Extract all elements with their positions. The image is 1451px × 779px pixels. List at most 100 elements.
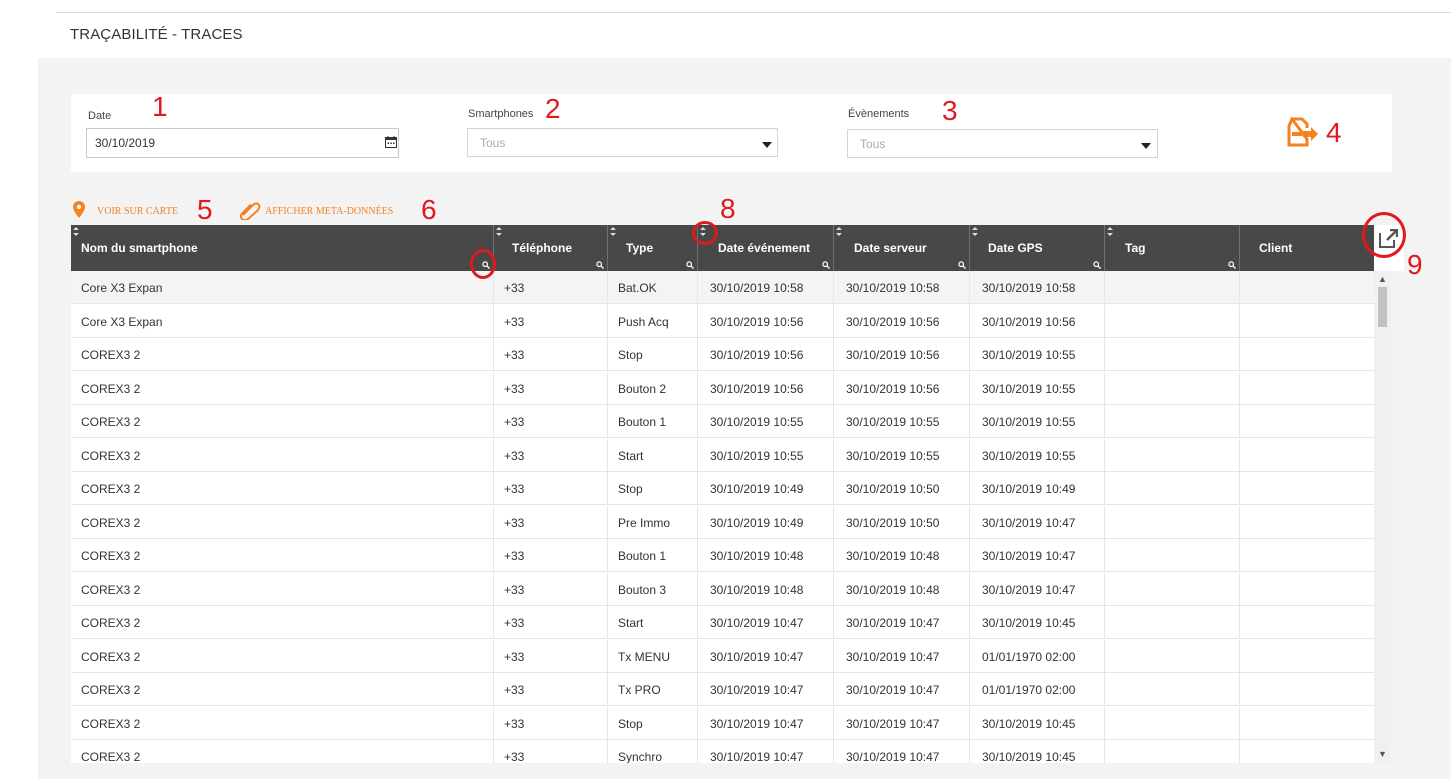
- annotation-number: 6: [421, 194, 437, 225]
- column-header-event-date[interactable]: Date événement: [698, 225, 834, 271]
- table-cell: 30/10/2019 10:56: [970, 304, 1105, 338]
- table-cell: COREX3 2: [71, 338, 494, 371]
- show-metadata-link[interactable]: AFFICHER META-DONNÉES: [265, 206, 393, 217]
- column-header-label: Tag: [1125, 241, 1146, 255]
- annotation-number: 5: [197, 194, 213, 225]
- table-cell: 30/10/2019 10:45: [970, 706, 1105, 740]
- search-icon[interactable]: [1228, 261, 1236, 269]
- table-cell: [1105, 505, 1240, 539]
- table-cell: 30/10/2019 10:47: [698, 673, 834, 706]
- table-cell: [1240, 573, 1374, 606]
- table-row[interactable]: COREX3 2 +33 Tx MENU 30/10/2019 10:47 30/10/…: [71, 639, 1374, 673]
- table-cell: [1240, 472, 1374, 505]
- annotation-circle: [692, 221, 718, 245]
- vertical-scrollbar[interactable]: ▲ ▼: [1374, 271, 1391, 763]
- table-cell: Bouton 2: [608, 371, 698, 405]
- table-cell: Bouton 1: [608, 405, 698, 438]
- table-row[interactable]: COREX3 2 +33 Stop 30/10/2019 10:49 30/10/201…: [71, 472, 1374, 505]
- column-header-client[interactable]: Client: [1240, 225, 1374, 271]
- search-icon[interactable]: [596, 261, 604, 269]
- table-cell: +33: [494, 371, 608, 405]
- column-header-server-date[interactable]: Date serveur: [834, 225, 970, 271]
- table-row[interactable]: COREX3 2 +33 Stop 30/10/2019 10:47 30/10/201…: [71, 706, 1374, 740]
- table-row[interactable]: COREX3 2 +33 Bouton 3 30/10/2019 10:48 30/10…: [71, 572, 1374, 606]
- calendar-icon[interactable]: [385, 136, 397, 148]
- table-cell: 30/10/2019 10:47: [834, 673, 970, 706]
- smartphones-label: Smartphones: [468, 108, 534, 120]
- column-header-phone[interactable]: Téléphone: [494, 225, 608, 271]
- scroll-up-icon[interactable]: ▲: [1378, 274, 1387, 284]
- table-cell: 30/10/2019 10:56: [834, 304, 970, 338]
- table-cell: COREX3 2: [71, 639, 494, 673]
- sort-icon[interactable]: [610, 227, 616, 236]
- table-cell: COREX3 2: [71, 740, 494, 763]
- table-row[interactable]: COREX3 2 +33 Stop 30/10/2019 10:56 30/10/201…: [71, 338, 1374, 371]
- table-row[interactable]: COREX3 2 +33 Pre Immo 30/10/2019 10:49 30/10…: [71, 505, 1374, 539]
- export-file-icon[interactable]: [1286, 117, 1322, 147]
- table-cell: 30/10/2019 10:55: [970, 371, 1105, 405]
- sort-icon[interactable]: [836, 227, 842, 236]
- paperclip-icon[interactable]: [239, 200, 261, 220]
- table-row[interactable]: COREX3 2 +33 Bouton 1 30/10/2019 10:55 30/10…: [71, 405, 1374, 438]
- table-cell: [1105, 438, 1240, 472]
- table-cell: +33: [494, 338, 608, 371]
- table-row[interactable]: Core X3 Expan +33 Bat.OK 30/10/2019 10:58 30…: [71, 271, 1374, 304]
- search-icon[interactable]: [958, 261, 966, 269]
- column-header-label: Client: [1259, 241, 1293, 255]
- annotation-number: 8: [720, 193, 736, 224]
- column-header-gps-date[interactable]: Date GPS: [970, 225, 1105, 271]
- table-row[interactable]: COREX3 2 +33 Start 30/10/2019 10:47 30/10/20…: [71, 606, 1374, 639]
- column-header-label: Type: [626, 241, 654, 255]
- scroll-down-icon[interactable]: ▼: [1378, 749, 1387, 759]
- table-row[interactable]: Core X3 Expan +33 Push Acq 30/10/2019 10:56…: [71, 304, 1374, 338]
- table-row[interactable]: COREX3 2 +33 Tx PRO 30/10/2019 10:47 30/10/2…: [71, 673, 1374, 706]
- search-icon[interactable]: [686, 261, 694, 269]
- table-row[interactable]: COREX3 2 +33 Start 30/10/2019 10:55 30/10/20…: [71, 438, 1374, 472]
- map-pin-icon[interactable]: [73, 201, 85, 218]
- table-cell: [1240, 338, 1374, 371]
- table-cell: Stop: [608, 338, 698, 371]
- table-cell: [1240, 506, 1374, 539]
- table-cell: COREX3 2: [71, 371, 494, 405]
- table-cell: 30/10/2019 10:47: [834, 706, 970, 740]
- top-divider: [56, 12, 1451, 13]
- table-cell: 30/10/2019 10:50: [834, 472, 970, 505]
- chevron-down-icon: [762, 142, 772, 148]
- table-cell: 30/10/2019 10:49: [698, 472, 834, 505]
- table-cell: 30/10/2019 10:47: [698, 740, 834, 763]
- sort-icon[interactable]: [1107, 227, 1113, 236]
- annotation-circle: [1362, 212, 1406, 258]
- date-field[interactable]: 30/10/2019: [86, 128, 399, 158]
- sort-icon[interactable]: [73, 227, 79, 236]
- smartphones-select[interactable]: Tous: [467, 128, 778, 157]
- table-cell: Pre Immo: [608, 505, 698, 539]
- column-header-type[interactable]: Type: [608, 225, 698, 271]
- table-cell: 30/10/2019 10:56: [834, 371, 970, 405]
- scrollbar-thumb[interactable]: [1378, 287, 1387, 327]
- column-header-tag[interactable]: Tag: [1105, 225, 1240, 271]
- table-cell: 30/10/2019 10:56: [698, 338, 834, 371]
- annotation-number: 9: [1407, 249, 1423, 280]
- table-cell: [1105, 639, 1240, 673]
- table-row[interactable]: COREX3 2 +33 Bouton 2 30/10/2019 10:56 30/10…: [71, 371, 1374, 405]
- events-select[interactable]: Tous: [847, 129, 1158, 158]
- search-icon[interactable]: [1093, 261, 1101, 269]
- table-cell: [1240, 539, 1374, 572]
- table-row[interactable]: COREX3 2 +33 Synchro 30/10/2019 10:47 30/10/…: [71, 740, 1374, 763]
- sort-icon[interactable]: [496, 227, 502, 236]
- table-cell: 30/10/2019 10:48: [698, 539, 834, 572]
- table-cell: Bat.OK: [608, 271, 698, 304]
- table-row[interactable]: COREX3 2 +33 Bouton 1 30/10/2019 10:48 30/10…: [71, 539, 1374, 572]
- table-cell: 30/10/2019 10:56: [698, 371, 834, 405]
- table-cell: 30/10/2019 10:49: [698, 505, 834, 539]
- table-cell: [1105, 304, 1240, 338]
- column-header-name[interactable]: Nom du smartphone: [71, 225, 494, 271]
- table-cell: 30/10/2019 10:55: [970, 405, 1105, 438]
- sort-icon[interactable]: [972, 227, 978, 236]
- table-cell: +33: [494, 639, 608, 673]
- show-on-map-link[interactable]: VOIR SUR CARTE: [97, 206, 178, 217]
- table-cell: [1105, 539, 1240, 572]
- search-icon[interactable]: [822, 261, 830, 269]
- table-cell: 30/10/2019 10:55: [970, 338, 1105, 371]
- table-cell: COREX3 2: [71, 405, 494, 438]
